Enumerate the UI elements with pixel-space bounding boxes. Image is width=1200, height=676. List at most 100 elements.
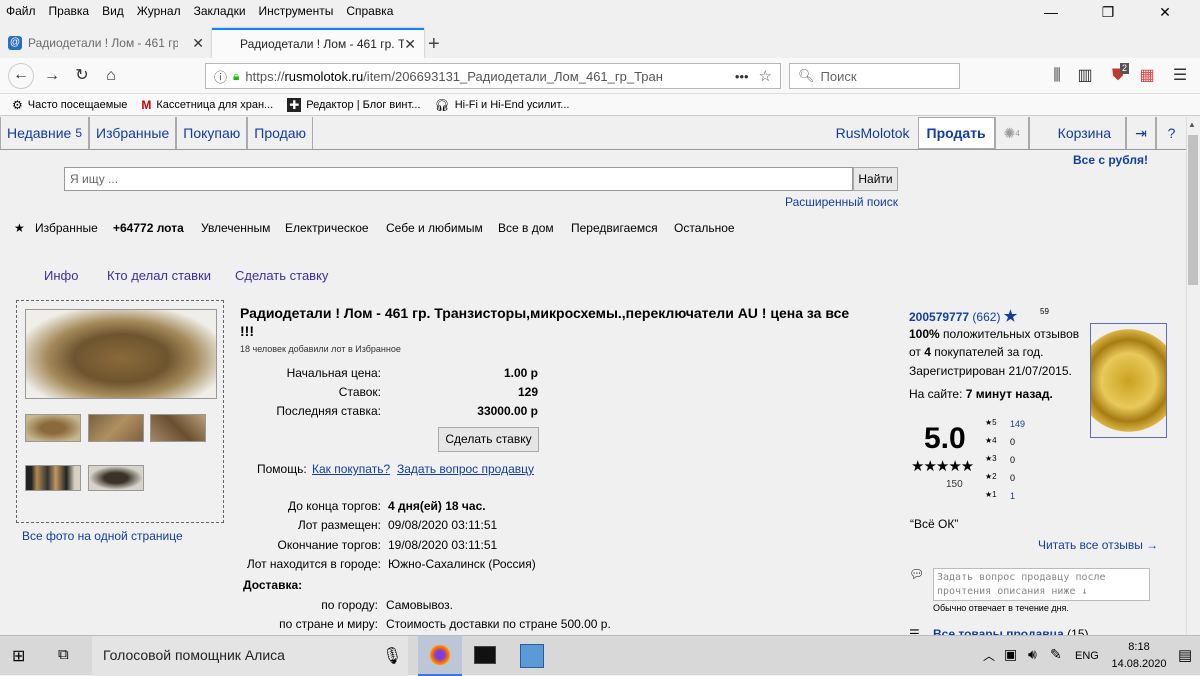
- url-bar[interactable]: ⓘ 🔒︎ https://rusmolotok.ru/item/20669313…: [205, 63, 781, 89]
- bookmark-star-icon[interactable]: ☆: [759, 67, 772, 85]
- buyers-count: 4: [924, 345, 931, 359]
- action-center-icon[interactable]: ▤: [1178, 646, 1192, 664]
- delivery-country-label: по стране и миру:: [279, 617, 378, 631]
- site-search-input[interactable]: Я ищу ...: [64, 167, 853, 191]
- back-icon[interactable]: ←: [8, 63, 34, 89]
- terminal-taskbar-icon[interactable]: [474, 646, 496, 664]
- minimize-icon[interactable]: —: [1029, 0, 1073, 22]
- site-logo[interactable]: RusMolotok: [836, 117, 918, 149]
- app-taskbar-icon[interactable]: [520, 644, 544, 668]
- microphone-icon[interactable]: 🎙︎: [382, 646, 402, 666]
- nav-selling[interactable]: Продаю: [247, 117, 314, 149]
- breakdown-count[interactable]: 149: [1010, 419, 1025, 429]
- library-icon[interactable]: ⫼: [1045, 65, 1069, 87]
- volume-icon[interactable]: 🔊︎: [1028, 646, 1037, 663]
- photo-thumb[interactable]: [88, 465, 144, 491]
- ublock-icon[interactable]: ⛊ 2: [1106, 63, 1130, 87]
- all-items-link[interactable]: Все товары продавца (15): [933, 627, 1089, 635]
- tab-place-bid[interactable]: Сделать ставку: [235, 268, 328, 283]
- language-indicator[interactable]: ENG: [1075, 650, 1099, 662]
- seller-avatar[interactable]: [1090, 323, 1167, 438]
- nav-recent[interactable]: Недавние 5: [0, 117, 90, 149]
- gear-icon: ⚙: [12, 97, 23, 112]
- read-all-reviews-link[interactable]: Читать все отзывы →: [1038, 538, 1158, 552]
- main-photo[interactable]: [25, 309, 217, 399]
- breakdown-count[interactable]: 1: [1010, 491, 1015, 501]
- restore-icon[interactable]: ❐: [1086, 0, 1130, 22]
- firefox-taskbar-icon[interactable]: [418, 636, 462, 676]
- hamburger-menu-icon[interactable]: ☰: [1168, 65, 1192, 87]
- network-icon[interactable]: ▣: [1004, 646, 1017, 663]
- tab-bidders[interactable]: Кто делал ставки: [107, 268, 211, 283]
- online-value: 7 минут назад.: [965, 387, 1053, 401]
- task-view-icon[interactable]: ⧉: [58, 646, 69, 663]
- place-bid-button[interactable]: Сделать ставку: [438, 427, 539, 452]
- help-icon[interactable]: ?: [1156, 117, 1186, 149]
- category-electric[interactable]: Електрическое: [285, 221, 369, 235]
- reload-icon[interactable]: ↻: [70, 65, 94, 87]
- close-tab-icon[interactable]: ✕: [404, 36, 416, 53]
- ask-question-input[interactable]: Задать вопрос продавцу после прочтения о…: [933, 568, 1150, 601]
- clock-time[interactable]: 8:18: [1116, 641, 1162, 653]
- bookmark-item[interactable]: M Кассетница для хран...: [141, 98, 273, 112]
- new-tab-icon[interactable]: +: [428, 33, 440, 56]
- tab-active[interactable]: Радиодетали ! Лом - 461 гр. Тр ✕: [212, 28, 424, 58]
- notes-icon[interactable]: ✎: [1050, 646, 1062, 663]
- seller-small-number: 59: [1040, 307, 1049, 316]
- breakdown-count: 0: [1010, 473, 1016, 483]
- city-value: Южно-Сахалинск (Россия): [388, 557, 536, 571]
- category-gifts[interactable]: Себе и любимым: [386, 221, 483, 235]
- category-home[interactable]: Все в дом: [498, 221, 554, 235]
- photo-thumb[interactable]: [25, 414, 81, 442]
- notifications-icon[interactable]: ✺ 4: [994, 117, 1029, 149]
- category-favorites[interactable]: Избранные: [35, 221, 98, 235]
- tab-info[interactable]: Инфо: [44, 268, 78, 283]
- bookmark-item[interactable]: ⚙ Часто посещаемые: [12, 98, 127, 112]
- extension-icon[interactable]: ▦: [1135, 65, 1159, 87]
- photo-thumb[interactable]: [150, 414, 206, 442]
- menu-edit[interactable]: Правка: [49, 4, 90, 18]
- close-tab-icon[interactable]: ✕: [192, 35, 204, 52]
- menu-file[interactable]: Файл: [6, 4, 36, 18]
- forward-icon[interactable]: →: [40, 65, 64, 87]
- sell-button[interactable]: Продать: [917, 117, 995, 149]
- bookmark-item[interactable]: ✚ Редактор | Блог винт...: [287, 97, 420, 112]
- category-transport[interactable]: Передвигаемся: [571, 221, 658, 235]
- tray-chevron-icon[interactable]: ︿: [983, 647, 995, 664]
- close-window-icon[interactable]: ✕: [1143, 0, 1187, 22]
- info-icon[interactable]: ⓘ: [214, 67, 227, 86]
- photo-thumb[interactable]: [25, 465, 81, 491]
- page-actions-icon[interactable]: •••: [735, 69, 749, 84]
- browser-search-input[interactable]: 🔍︎ Поиск: [789, 63, 960, 89]
- category-lots-count[interactable]: +64772 лота: [113, 221, 184, 235]
- menu-tools[interactable]: Инструменты: [259, 4, 334, 18]
- bookmark-item[interactable]: 🎧︎ Hi-Fi и Hi-End усилит...: [434, 98, 569, 112]
- advanced-search-link[interactable]: Расширенный поиск: [785, 195, 898, 209]
- photo-thumb[interactable]: [88, 414, 144, 442]
- logout-icon[interactable]: ⇥: [1126, 117, 1156, 149]
- how-to-buy-link[interactable]: Как покупать?: [312, 462, 390, 476]
- nav-favorites[interactable]: Избранные: [89, 117, 177, 149]
- sidebar-icon[interactable]: ▥: [1073, 65, 1097, 87]
- rating-stars: ★★★★★: [911, 458, 974, 475]
- ask-seller-link[interactable]: Задать вопрос продавцу: [397, 462, 534, 476]
- scrollbar-thumb[interactable]: [1188, 135, 1198, 285]
- seller-id-link[interactable]: 200579777 (662) ★: [909, 307, 1017, 325]
- category-other[interactable]: Остальное: [674, 221, 735, 235]
- all-photos-link[interactable]: Все фото на одной странице: [22, 529, 183, 543]
- site-search-button[interactable]: Найти: [853, 167, 898, 191]
- cart-link[interactable]: Корзина: [1028, 117, 1126, 149]
- promo-link[interactable]: Все с рубля!: [1073, 153, 1148, 167]
- scroll-up-icon[interactable]: ▲: [1188, 120, 1196, 129]
- menu-history[interactable]: Журнал: [137, 4, 181, 18]
- start-windows-icon[interactable]: ⊞: [12, 646, 25, 666]
- menu-help[interactable]: Справка: [346, 4, 393, 18]
- nav-buying[interactable]: Покупаю: [176, 117, 248, 149]
- menu-bookmarks[interactable]: Закладки: [194, 4, 246, 18]
- assistant-bar[interactable]: Голосовой помощник Алиса 🎙︎: [92, 636, 408, 676]
- tab-inactive[interactable]: @ Радиодетали ! Лом - 461 гр. Тр ✕: [0, 28, 212, 58]
- clock-date[interactable]: 14.08.2020: [1108, 658, 1170, 670]
- category-hobby[interactable]: Увлеченным: [201, 221, 270, 235]
- menu-view[interactable]: Вид: [102, 4, 124, 18]
- home-icon[interactable]: ⌂: [99, 65, 123, 87]
